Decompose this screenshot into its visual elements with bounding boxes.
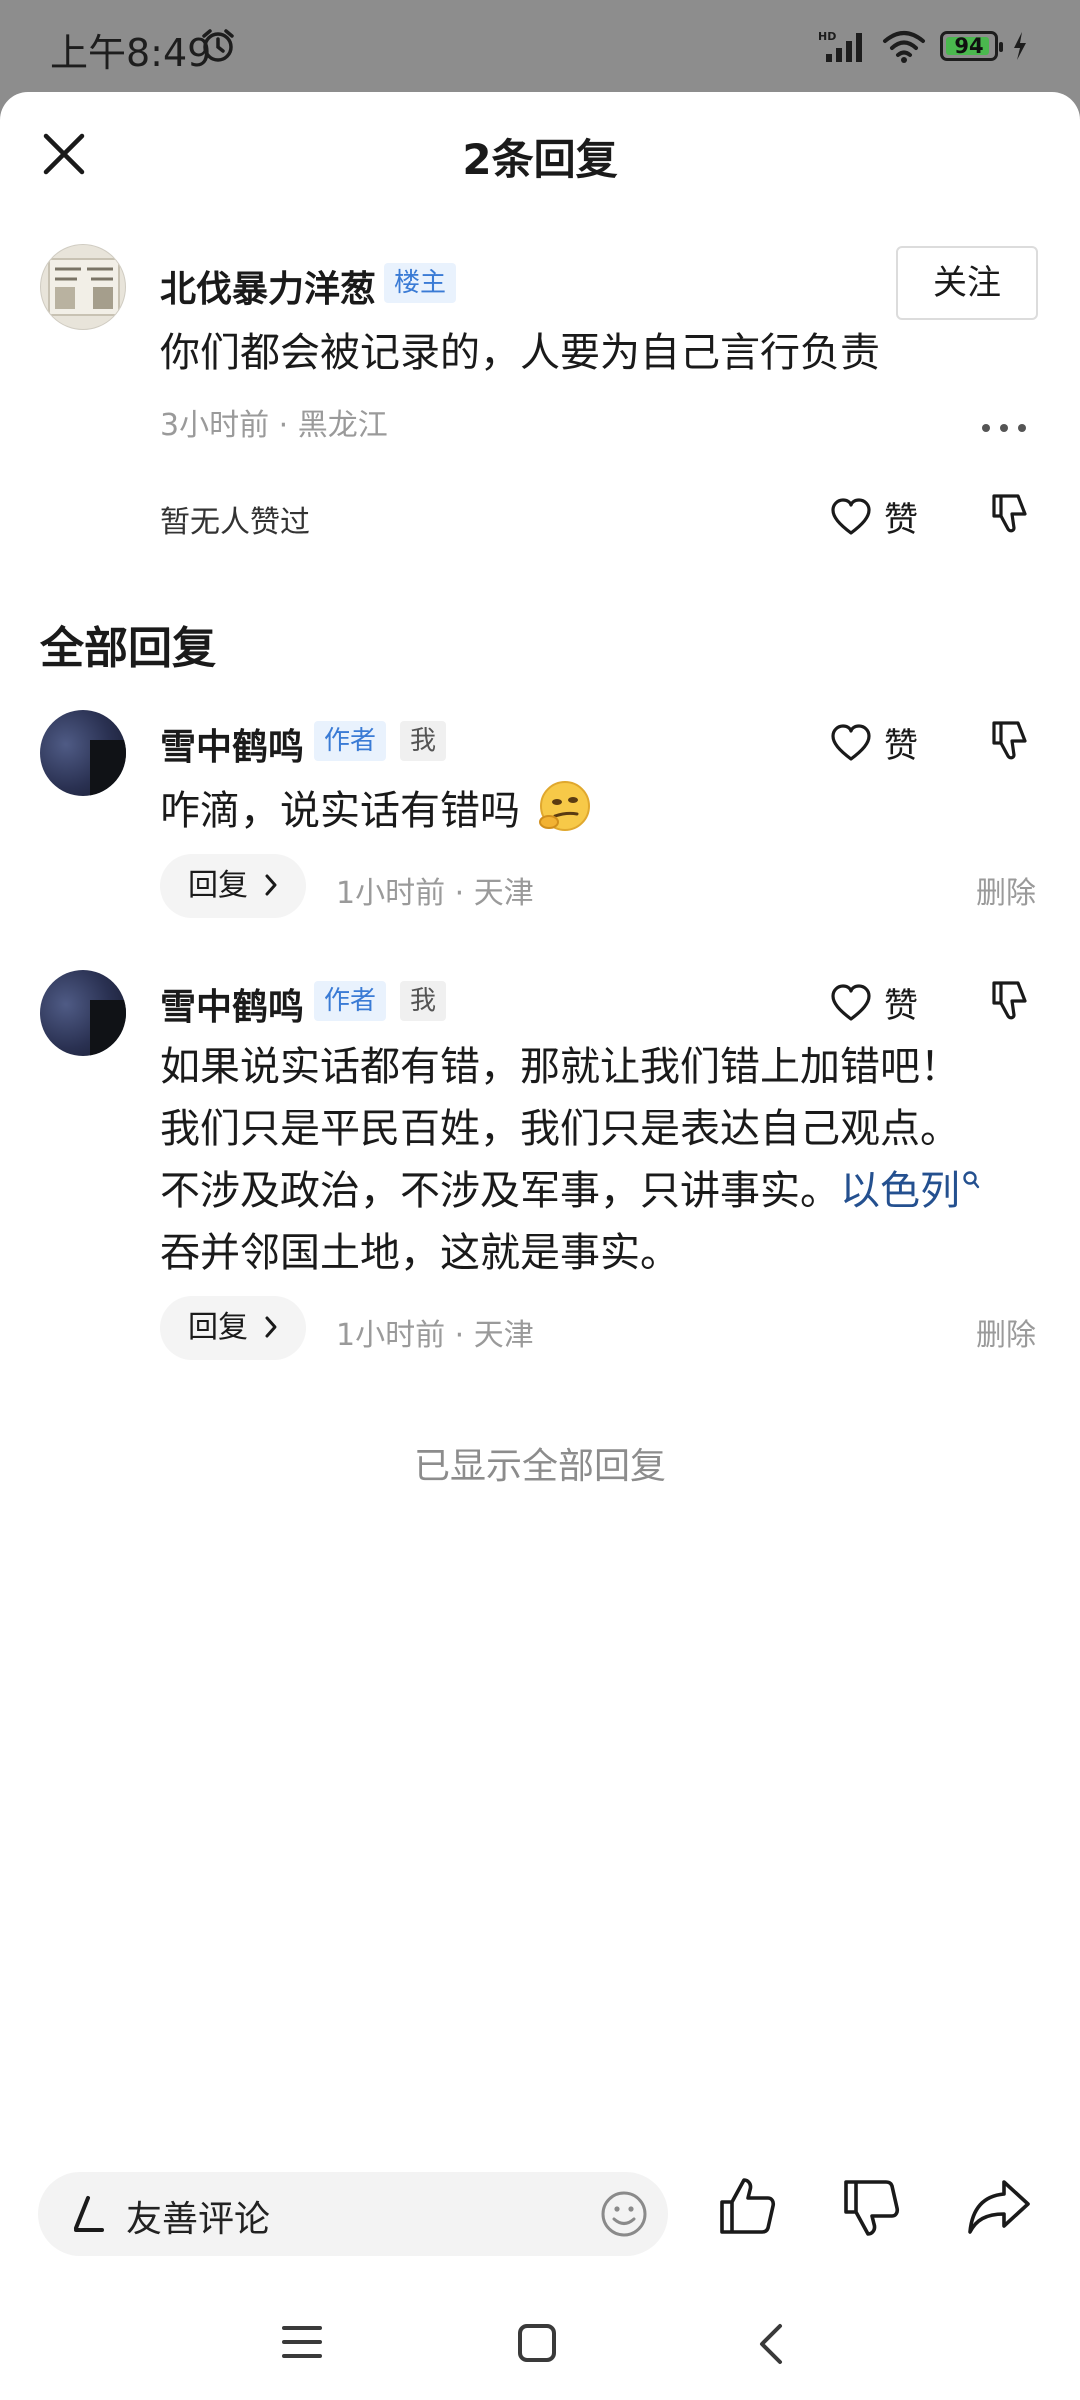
search-icon[interactable] <box>962 1170 980 1190</box>
op-badge: 楼主 <box>384 263 457 303</box>
thumbs-up-icon[interactable] <box>718 2176 776 2238</box>
share-icon[interactable] <box>966 2176 1032 2236</box>
likes-summary: 暂无人赞过 <box>160 505 310 540</box>
chevron-right-icon <box>265 874 277 896</box>
keyword-link[interactable]: 以色列 <box>840 1168 960 1214</box>
reply-username[interactable]: 雪中鹤鸣 <box>160 978 304 1030</box>
reply-content: 咋滴，说实话有错吗 <box>160 778 593 842</box>
status-icons: HD 94 <box>818 28 1028 64</box>
system-nav-bar <box>0 2292 1080 2400</box>
like-button[interactable]: 赞 <box>830 492 918 541</box>
avatar[interactable] <box>40 970 126 1056</box>
status-time: 上午8:49 <box>50 31 212 75</box>
reply-meta: 1小时前 · 天津 <box>336 876 534 911</box>
sheet-title: 2条回复 <box>462 135 618 184</box>
main-comment-meta: 3小时前 · 黑龙江 <box>160 408 388 443</box>
follow-button[interactable]: 关注 <box>896 246 1038 320</box>
reply-meta: 1小时前 · 天津 <box>336 1318 534 1353</box>
reply-text: 咋滴，说实话有错吗 <box>160 788 520 834</box>
home-icon[interactable] <box>516 2322 558 2364</box>
reply-button[interactable]: 回复 <box>160 854 306 918</box>
delete-button[interactable]: 删除 <box>976 1310 1036 1354</box>
more-options-icon[interactable] <box>980 422 1028 434</box>
wifi-icon <box>883 31 925 63</box>
like-label: 赞 <box>884 986 918 1026</box>
reply-label: 回复 <box>188 868 248 903</box>
reply-content: 如果说实话都有错，那就让我们错上加错吧！ 我们只是平民百姓，我们只是表达自己观点… <box>160 1036 1040 1284</box>
heart-icon <box>831 983 871 1021</box>
reply-text-line: 如果说实话都有错，那就让我们错上加错吧！ <box>160 1044 960 1090</box>
avatar[interactable] <box>40 244 126 330</box>
thumbs-down-icon[interactable] <box>842 2176 900 2238</box>
comment-input[interactable]: 友善评论 <box>38 2172 668 2256</box>
reply-text-line: 不涉及政治，不涉及军事，只讲事实。以色列 <box>160 1160 1040 1222</box>
me-badge: 我 <box>400 981 447 1021</box>
comment-placeholder: 友善评论 <box>126 2199 271 2240</box>
dislike-icon[interactable] <box>990 492 1030 534</box>
heart-icon <box>831 497 871 535</box>
reply-text-line: 我们只是平民百姓，我们只是表达自己观点。 <box>160 1106 960 1152</box>
network-label: HD <box>818 30 836 43</box>
reply-button[interactable]: 回复 <box>160 1296 306 1360</box>
avatar-image <box>48 258 120 316</box>
charging-icon <box>1014 32 1026 60</box>
all-replies-title: 全部回复 <box>40 623 216 674</box>
main-comment-username[interactable]: 北伐暴力洋葱 <box>160 260 376 312</box>
battery-icon: 94 <box>940 31 1003 61</box>
alarm-icon <box>202 29 234 62</box>
like-label: 赞 <box>884 500 918 540</box>
status-bar: 上午8:49 HD 94 <box>0 0 1080 92</box>
reply-text: 不涉及政治，不涉及军事，只讲事实。 <box>160 1168 840 1214</box>
author-badge: 作者 <box>314 981 387 1021</box>
like-button[interactable]: 赞 <box>830 718 918 767</box>
reply-username[interactable]: 雪中鹤鸣 <box>160 718 304 770</box>
dislike-icon[interactable] <box>990 979 1030 1021</box>
replies-sheet: 2条回复 北伐暴力洋葱 楼主 关注 你们都会被记录的，人要为自己言行负责 3小时… <box>0 92 1080 2400</box>
battery-level: 94 <box>954 34 984 58</box>
delete-button[interactable]: 删除 <box>976 868 1036 912</box>
heart-icon <box>831 723 871 761</box>
reply-label: 回复 <box>188 1310 248 1345</box>
me-badge: 我 <box>400 721 447 761</box>
chevron-right-icon <box>265 1316 277 1338</box>
like-label: 赞 <box>884 726 918 766</box>
dislike-icon[interactable] <box>990 719 1030 761</box>
all-replies-shown-note: 已显示全部回复 <box>413 1446 666 1487</box>
emoji-icon[interactable] <box>600 2190 648 2238</box>
reply-text-line: 吞并邻国土地，这就是事实。 <box>160 1230 680 1276</box>
menu-icon[interactable] <box>280 2322 324 2362</box>
author-badge: 作者 <box>314 721 387 761</box>
main-comment-content: 你们都会被记录的，人要为自己言行负责 <box>160 330 880 376</box>
like-button[interactable]: 赞 <box>830 978 918 1027</box>
thinking-emoji-icon <box>538 781 590 831</box>
avatar[interactable] <box>40 710 126 796</box>
signal-icon: HD <box>818 30 862 62</box>
back-icon[interactable] <box>756 2322 786 2366</box>
pen-icon <box>74 2196 104 2232</box>
